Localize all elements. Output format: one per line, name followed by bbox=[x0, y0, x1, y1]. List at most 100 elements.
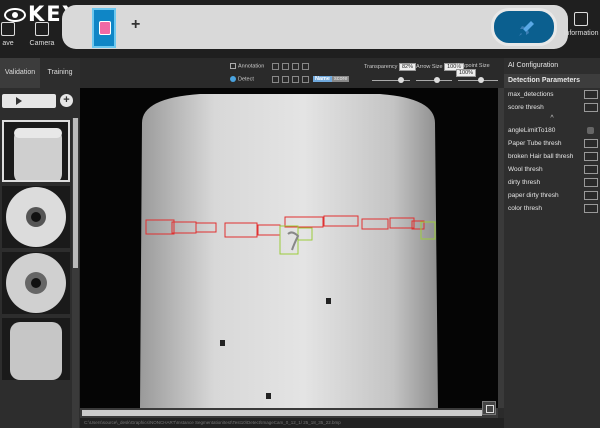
add-image-button[interactable]: + bbox=[60, 94, 73, 107]
transparency-label: Transparency bbox=[364, 64, 398, 70]
transparency-control: Transparency 82% bbox=[364, 63, 416, 71]
scrollbar-thumb[interactable] bbox=[82, 410, 482, 416]
image-thumbnail[interactable] bbox=[2, 120, 70, 182]
shape-tool-icon-2[interactable] bbox=[292, 76, 299, 83]
point-tool-icon-2[interactable] bbox=[302, 76, 309, 83]
angle-toggle[interactable] bbox=[587, 127, 594, 134]
detect-label: Detect bbox=[238, 76, 254, 83]
play-button[interactable] bbox=[2, 94, 56, 108]
param-label: score thresh bbox=[508, 104, 544, 111]
param-row: Wool thresh bbox=[504, 163, 600, 176]
point-tool-icon[interactable] bbox=[302, 63, 309, 70]
transparency-slider[interactable] bbox=[372, 77, 410, 83]
slider-knob[interactable] bbox=[398, 77, 405, 83]
image-thumbnail[interactable] bbox=[2, 186, 70, 248]
param-row: max_detections bbox=[504, 88, 600, 101]
camera-icon bbox=[35, 22, 49, 36]
param-row: paper dirty thresh bbox=[504, 189, 600, 202]
add-tab-icon[interactable]: + bbox=[131, 16, 140, 34]
thumbnail-bobbin-top-2 bbox=[2, 252, 70, 314]
rocket-icon bbox=[519, 21, 534, 36]
playback-row: + bbox=[0, 88, 80, 114]
param-input[interactable] bbox=[584, 204, 598, 213]
image-viewer[interactable] bbox=[80, 88, 498, 408]
param-input[interactable] bbox=[584, 178, 598, 187]
tab-validation[interactable]: Validation bbox=[0, 58, 40, 88]
information-label: Information bbox=[563, 30, 599, 37]
keypoint-size-value[interactable]: 100% bbox=[456, 69, 477, 77]
eye-logo-icon bbox=[4, 8, 26, 22]
polygon-tool-icon[interactable] bbox=[282, 63, 289, 70]
section-header: Detection Parameters bbox=[504, 74, 600, 88]
param-row: color thresh bbox=[504, 202, 600, 215]
project-tab-strip: + bbox=[62, 5, 568, 49]
thumbnail-scrollbar[interactable] bbox=[72, 118, 79, 428]
image-thumbnail[interactable] bbox=[2, 318, 70, 380]
information-icon bbox=[574, 12, 588, 26]
panel-title: AI Configuration bbox=[504, 58, 600, 74]
collapse-chevron-icon[interactable]: ^ bbox=[504, 114, 600, 124]
slider-knob[interactable] bbox=[478, 77, 485, 83]
keypoint-size-slider[interactable] bbox=[458, 77, 498, 83]
keypoint-size-control: Keypoint Size 100% bbox=[456, 63, 504, 77]
transparency-value[interactable]: 82% bbox=[398, 63, 416, 71]
param-label: Wool thresh bbox=[508, 166, 543, 173]
status-bar: C:\Users\source\_desk\Graphics\NONCHART\… bbox=[80, 418, 504, 428]
yarn-bobbin bbox=[140, 94, 438, 408]
param-row: angleLimitTo180 bbox=[504, 124, 600, 137]
detect-toggle[interactable]: Detect bbox=[230, 76, 254, 82]
score-chip[interactable]: score bbox=[331, 76, 350, 82]
annotation-label: Annotation bbox=[238, 63, 265, 70]
radio-icon bbox=[230, 76, 236, 82]
param-row: broken Hair ball thresh bbox=[504, 150, 600, 163]
save-icon bbox=[1, 22, 15, 36]
param-label: max_detections bbox=[508, 91, 554, 98]
home-icon bbox=[99, 21, 111, 35]
polygon-tool-icon-2[interactable] bbox=[282, 76, 289, 83]
inspection-image bbox=[80, 88, 498, 408]
arrow-tool-icon-2[interactable] bbox=[272, 76, 279, 83]
annotation-toggle[interactable]: Annotation bbox=[230, 63, 264, 69]
view-toolbar: Annotation Detect Name score Transparency… bbox=[80, 58, 504, 88]
camera-label: Camera bbox=[29, 40, 55, 47]
image-path: C:\Users\source\_desk\Graphics\NONCHART\… bbox=[84, 420, 341, 425]
save-label: ave bbox=[2, 40, 14, 47]
scrollbar-thumb[interactable] bbox=[73, 118, 78, 268]
param-row: Paper Tube thresh bbox=[504, 137, 600, 150]
label-display-options[interactable]: Name score bbox=[313, 76, 350, 82]
param-input[interactable] bbox=[584, 139, 598, 148]
ai-configuration-panel: AI Configuration Detection Parameters ma… bbox=[504, 58, 600, 428]
param-input[interactable] bbox=[584, 165, 598, 174]
param-input[interactable] bbox=[584, 152, 598, 161]
camera-button[interactable]: Camera bbox=[22, 22, 62, 47]
active-project-tab[interactable] bbox=[92, 8, 116, 48]
top-toolbar: KEYETECH ave Camera + Information bbox=[0, 0, 600, 58]
arrow-size-label: Arrow Size bbox=[416, 64, 443, 70]
information-button[interactable]: Information bbox=[563, 12, 599, 37]
param-row: score thresh bbox=[504, 101, 600, 114]
checkbox-icon bbox=[230, 63, 236, 69]
param-input[interactable] bbox=[584, 90, 598, 99]
slider-knob[interactable] bbox=[434, 77, 440, 83]
left-panel: Validation Training + bbox=[0, 58, 80, 428]
param-label: Paper Tube thresh bbox=[508, 140, 562, 147]
param-label: color thresh bbox=[508, 205, 542, 212]
run-button[interactable] bbox=[491, 8, 557, 46]
shape-tool-icon[interactable] bbox=[292, 63, 299, 70]
param-input[interactable] bbox=[584, 191, 598, 200]
param-input[interactable] bbox=[584, 103, 598, 112]
param-label: angleLimitTo180 bbox=[508, 127, 556, 134]
viewer-horizontal-scrollbar[interactable] bbox=[80, 408, 498, 418]
thumbnail-bobbin-side-2 bbox=[2, 318, 70, 380]
param-row: dirty thresh bbox=[504, 176, 600, 189]
tab-training[interactable]: Training bbox=[40, 58, 80, 88]
name-chip[interactable]: Name bbox=[313, 76, 332, 82]
thumbnail-bobbin-top bbox=[2, 186, 70, 248]
thumbnail-bobbin-side bbox=[4, 122, 68, 180]
param-label: dirty thresh bbox=[508, 179, 541, 186]
image-thumbnail[interactable] bbox=[2, 252, 70, 314]
fit-view-button[interactable] bbox=[482, 401, 496, 415]
arrow-size-slider[interactable] bbox=[416, 77, 452, 83]
left-panel-tabs: Validation Training bbox=[0, 58, 80, 88]
arrow-tool-icon[interactable] bbox=[272, 63, 279, 70]
